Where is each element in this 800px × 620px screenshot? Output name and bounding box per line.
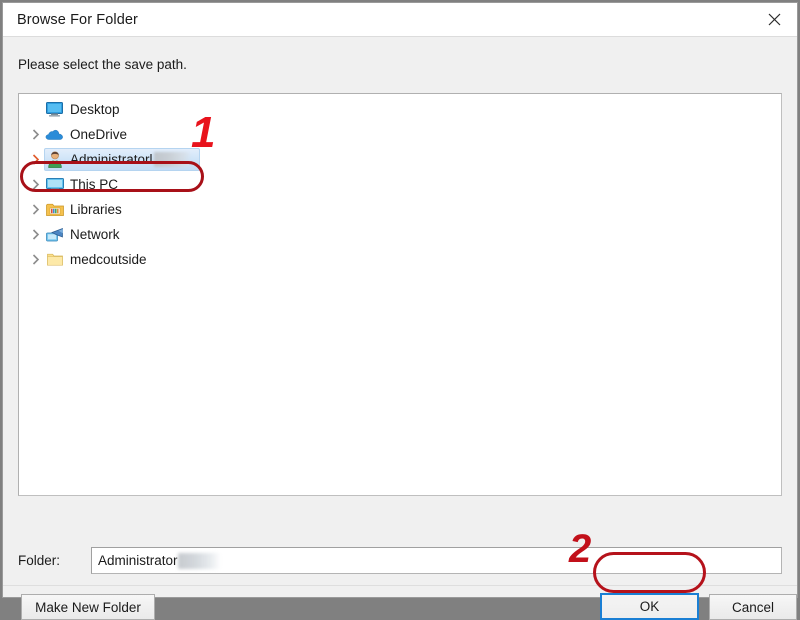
chevron-right-icon[interactable] bbox=[27, 254, 44, 265]
chevron-right-icon[interactable] bbox=[27, 179, 44, 190]
tree-item-label: Administratorl bbox=[70, 152, 153, 167]
folder-tree-panel[interactable]: Desktop OneDrive Administratorl This PC … bbox=[18, 93, 782, 496]
monitor-icon bbox=[44, 101, 65, 119]
network-folder-icon bbox=[44, 226, 65, 244]
tree-item-label: OneDrive bbox=[70, 127, 128, 142]
ok-button[interactable]: OK bbox=[600, 593, 699, 620]
tree-item-label: medcoutside bbox=[70, 252, 147, 267]
tree-item-libraries[interactable]: Libraries bbox=[19, 197, 781, 222]
tree-item-label: Network bbox=[70, 227, 120, 242]
title-bar: Browse For Folder bbox=[3, 3, 797, 37]
folder-label: Folder: bbox=[18, 553, 61, 568]
tree-item-desktop[interactable]: Desktop bbox=[19, 97, 781, 122]
chevron-right-icon[interactable] bbox=[27, 204, 44, 215]
close-icon[interactable] bbox=[752, 3, 797, 35]
dialog-body: Please select the save path. Desktop One… bbox=[3, 37, 797, 620]
user-icon bbox=[44, 151, 65, 169]
tree-item-label: This PC bbox=[70, 177, 119, 192]
folder-input[interactable]: Administrator bbox=[91, 547, 782, 574]
tree-item-label: Libraries bbox=[70, 202, 122, 217]
tree-item-medcoutside[interactable]: medcoutside bbox=[19, 247, 781, 272]
tree-item-onedrive[interactable]: OneDrive bbox=[19, 122, 781, 147]
chevron-right-icon[interactable] bbox=[27, 129, 44, 140]
folder-input-value: Administrator bbox=[98, 553, 178, 568]
tree-item-network[interactable]: Network bbox=[19, 222, 781, 247]
cancel-button[interactable]: Cancel bbox=[709, 594, 797, 620]
cloud-icon bbox=[44, 126, 65, 144]
divider bbox=[3, 585, 797, 586]
tree-item-this-pc[interactable]: This PC bbox=[19, 172, 781, 197]
folder-icon bbox=[44, 251, 65, 269]
make-new-folder-button[interactable]: Make New Folder bbox=[21, 594, 155, 620]
computer-icon bbox=[44, 176, 65, 194]
prompt-text: Please select the save path. bbox=[18, 57, 187, 72]
tree-item-label: Desktop bbox=[70, 102, 120, 117]
libraries-icon bbox=[44, 201, 65, 219]
browse-for-folder-dialog: Browse For Folder Please select the save… bbox=[2, 2, 798, 620]
chevron-right-icon[interactable] bbox=[27, 229, 44, 240]
redaction-overlay bbox=[177, 552, 220, 569]
window-title: Browse For Folder bbox=[17, 11, 138, 28]
chevron-right-icon[interactable] bbox=[27, 154, 44, 165]
redaction-overlay bbox=[153, 152, 190, 167]
tree-item-administrator[interactable]: Administratorl bbox=[19, 147, 781, 172]
